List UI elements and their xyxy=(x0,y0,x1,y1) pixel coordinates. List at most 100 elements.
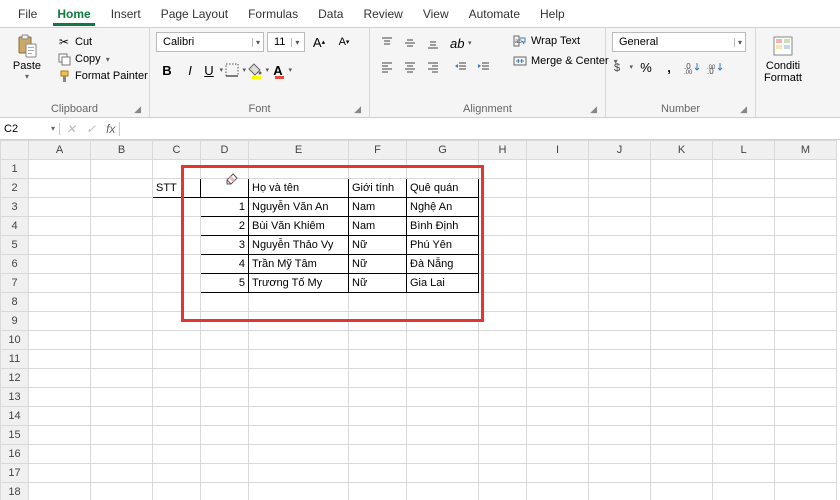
decrease-indent-button[interactable] xyxy=(450,56,472,78)
align-bottom-button[interactable] xyxy=(422,32,444,54)
cell-L7[interactable] xyxy=(713,274,775,293)
cell-K14[interactable] xyxy=(651,407,713,426)
cell-K1[interactable] xyxy=(651,160,713,179)
cell-D13[interactable] xyxy=(201,388,249,407)
cell-B18[interactable] xyxy=(91,483,153,500)
cell-G4[interactable]: Bình Định xyxy=(407,217,479,236)
cell-E12[interactable] xyxy=(249,369,349,388)
cell-A4[interactable] xyxy=(29,217,91,236)
cell-I1[interactable] xyxy=(527,160,589,179)
cell-B14[interactable] xyxy=(91,407,153,426)
cell-J3[interactable] xyxy=(589,198,651,217)
cell-E7[interactable]: Trương Tố My xyxy=(249,274,349,293)
decrease-font-button[interactable]: A▾ xyxy=(333,32,355,52)
cell-J17[interactable] xyxy=(589,464,651,483)
cell-F5[interactable]: Nữ xyxy=(349,236,407,255)
align-center-button[interactable] xyxy=(399,56,421,78)
dialog-launcher-icon[interactable]: ◢ xyxy=(590,104,597,115)
col-header-B[interactable]: B xyxy=(91,141,153,160)
cell-E9[interactable] xyxy=(249,312,349,331)
cell-M1[interactable] xyxy=(775,160,837,179)
decrease-decimal-button[interactable]: .00.0 xyxy=(704,56,726,78)
enter-formula-icon[interactable]: ✓ xyxy=(80,122,100,136)
cell-M4[interactable] xyxy=(775,217,837,236)
cell-J13[interactable] xyxy=(589,388,651,407)
col-header-D[interactable]: D xyxy=(201,141,249,160)
cell-K4[interactable] xyxy=(651,217,713,236)
cell-K2[interactable] xyxy=(651,179,713,198)
cell-E11[interactable] xyxy=(249,350,349,369)
cell-K13[interactable] xyxy=(651,388,713,407)
tab-review[interactable]: Review xyxy=(353,3,412,25)
cancel-formula-icon[interactable]: ✕ xyxy=(60,122,80,136)
increase-indent-button[interactable] xyxy=(473,56,495,78)
cell-K12[interactable] xyxy=(651,369,713,388)
row-header-17[interactable]: 17 xyxy=(1,464,29,483)
cell-C6[interactable] xyxy=(153,255,201,274)
col-header-C[interactable]: C xyxy=(153,141,201,160)
row-header-15[interactable]: 15 xyxy=(1,426,29,445)
font-color-button[interactable]: A xyxy=(271,59,293,81)
cell-E17[interactable] xyxy=(249,464,349,483)
cell-M13[interactable] xyxy=(775,388,837,407)
cell-F10[interactable] xyxy=(349,331,407,350)
cell-G9[interactable] xyxy=(407,312,479,331)
bold-button[interactable]: B xyxy=(156,59,178,81)
col-header-K[interactable]: K xyxy=(651,141,713,160)
cell-I2[interactable] xyxy=(527,179,589,198)
cell-I16[interactable] xyxy=(527,445,589,464)
cell-H7[interactable] xyxy=(479,274,527,293)
align-right-button[interactable] xyxy=(422,56,444,78)
cell-D14[interactable] xyxy=(201,407,249,426)
cell-C18[interactable] xyxy=(153,483,201,500)
cell-E16[interactable] xyxy=(249,445,349,464)
cell-B13[interactable] xyxy=(91,388,153,407)
cell-E5[interactable]: Nguyễn Thảo Vy xyxy=(249,236,349,255)
cell-M6[interactable] xyxy=(775,255,837,274)
cell-M11[interactable] xyxy=(775,350,837,369)
cell-M3[interactable] xyxy=(775,198,837,217)
dialog-launcher-icon[interactable]: ◢ xyxy=(354,104,361,115)
cell-H17[interactable] xyxy=(479,464,527,483)
cell-J16[interactable] xyxy=(589,445,651,464)
cell-E10[interactable] xyxy=(249,331,349,350)
row-header-1[interactable]: 1 xyxy=(1,160,29,179)
dialog-launcher-icon[interactable]: ◢ xyxy=(740,104,747,115)
col-header-F[interactable]: F xyxy=(349,141,407,160)
col-header-L[interactable]: L xyxy=(713,141,775,160)
cell-H15[interactable] xyxy=(479,426,527,445)
cell-G8[interactable] xyxy=(407,293,479,312)
cell-C1[interactable] xyxy=(153,160,201,179)
paste-button[interactable]: Paste ▾ xyxy=(6,32,48,83)
tab-page-layout[interactable]: Page Layout xyxy=(151,3,238,25)
cell-D9[interactable] xyxy=(201,312,249,331)
tab-data[interactable]: Data xyxy=(308,3,353,25)
number-format-combo[interactable]: General▾ xyxy=(612,32,746,52)
tab-help[interactable]: Help xyxy=(530,3,575,25)
cell-A9[interactable] xyxy=(29,312,91,331)
cell-L15[interactable] xyxy=(713,426,775,445)
cell-M17[interactable] xyxy=(775,464,837,483)
comma-button[interactable]: , xyxy=(658,56,680,78)
cell-F7[interactable]: Nữ xyxy=(349,274,407,293)
cell-D6[interactable]: 4 xyxy=(201,255,249,274)
cell-F16[interactable] xyxy=(349,445,407,464)
name-box[interactable]: C2 ▾ xyxy=(0,123,60,135)
cell-H5[interactable] xyxy=(479,236,527,255)
cell-L2[interactable] xyxy=(713,179,775,198)
cell-F11[interactable] xyxy=(349,350,407,369)
col-header-G[interactable]: G xyxy=(407,141,479,160)
cell-J18[interactable] xyxy=(589,483,651,500)
cell-F4[interactable]: Nam xyxy=(349,217,407,236)
cell-J7[interactable] xyxy=(589,274,651,293)
cell-H6[interactable] xyxy=(479,255,527,274)
cell-L4[interactable] xyxy=(713,217,775,236)
align-top-button[interactable] xyxy=(376,32,398,54)
cell-E14[interactable] xyxy=(249,407,349,426)
fill-color-button[interactable] xyxy=(248,59,270,81)
cell-A1[interactable] xyxy=(29,160,91,179)
cell-E6[interactable]: Trần Mỹ Tâm xyxy=(249,255,349,274)
cell-F17[interactable] xyxy=(349,464,407,483)
cell-F12[interactable] xyxy=(349,369,407,388)
cell-G18[interactable] xyxy=(407,483,479,500)
